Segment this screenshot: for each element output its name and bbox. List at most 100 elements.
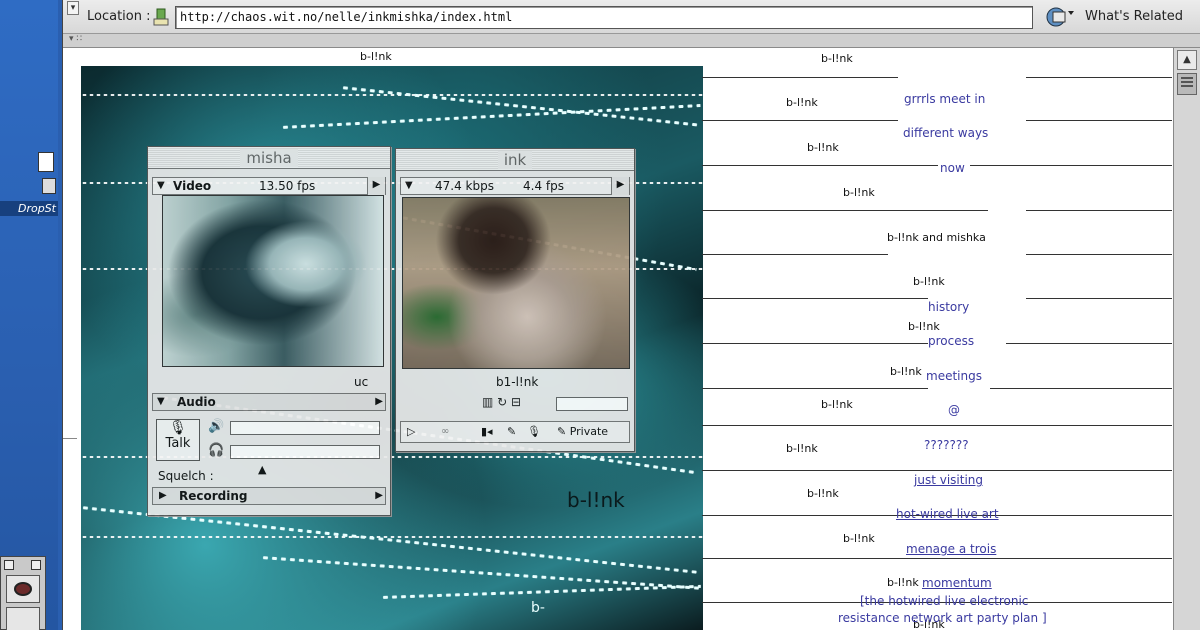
play-arrow-icon[interactable]: ▶ [375, 394, 383, 410]
nav-link-history[interactable]: history [928, 300, 969, 314]
vertical-scrollbar[interactable]: ▲ [1173, 48, 1200, 630]
page-content: b-l!nk b-l!nk b- misha ▼ Video 13.50 fps [63, 48, 1173, 630]
blink-label[interactable]: b-l!nk [786, 96, 818, 109]
misha-audio-label: Audio [177, 395, 216, 409]
blink-label[interactable]: b-l!nk [908, 320, 940, 333]
ink-video-stats: ▼ 47.4 kbps 4.4 fps ▶ [400, 177, 630, 195]
blink-label[interactable]: b-l!nk [821, 398, 853, 411]
blink-label[interactable]: b-l!nk [786, 442, 818, 455]
misha-window: misha ▼ Video 13.50 fps ▶ uc ▼ Audio ▶ 🎙… [147, 146, 391, 516]
collage-bottom-text: b- [531, 600, 545, 616]
top-blink-label[interactable]: b-l!nk [360, 50, 392, 63]
location-toolbar: ▾ Location : http://chaos.wit.no/nelle/i… [63, 0, 1200, 34]
disclosure-icon[interactable]: ▼ [157, 178, 165, 194]
misha-audio-bar: ▼ Audio ▶ [152, 393, 386, 411]
nav-link-process[interactable]: process [928, 334, 974, 348]
pencil-icon[interactable] [6, 607, 40, 630]
nav-link-now[interactable]: now [940, 161, 965, 175]
nav-link-question[interactable]: ??????? [924, 438, 969, 452]
footer-line-1[interactable]: [the hotwired live electronic [860, 594, 1028, 608]
headphone-icon: 🎧 [208, 443, 225, 458]
toolbar-tab[interactable]: ▾ ∷ [63, 34, 1200, 48]
ink-fps: 4.4 fps [523, 179, 564, 193]
blink-label[interactable]: b-l!nk [807, 141, 839, 154]
mic-volume-slider[interactable] [230, 445, 380, 459]
page-proxy-icon[interactable] [151, 7, 171, 27]
tool-palette [0, 556, 46, 630]
recording-bar[interactable]: ▶ Recording ▶ [152, 487, 386, 505]
play-arrow-icon: ▶ [159, 490, 167, 501]
disclosure-icon[interactable]: ▼ [405, 178, 413, 194]
nav-link-meetings[interactable]: meetings [926, 369, 982, 383]
ink-title-bar[interactable]: ink [396, 149, 634, 171]
location-label: Location : [87, 9, 151, 24]
play-icon[interactable]: ▷ [407, 424, 415, 440]
ink-title: ink [497, 151, 533, 169]
nav-link-momentum[interactable]: momentum [922, 576, 992, 590]
microphone-icon: 🎙 [169, 420, 187, 436]
play-arrow-icon: ▶ [375, 490, 383, 501]
nav-link-grrrls[interactable]: grrrls meet in [904, 92, 985, 106]
blink-label[interactable]: b-l!nk [890, 365, 922, 378]
play-arrow-icon[interactable]: ▶ [367, 177, 385, 195]
video-camera-icon[interactable]: ▮◂ [481, 424, 493, 440]
private-button[interactable]: ✎ Private [557, 424, 608, 440]
desktop-icon-label[interactable]: DropSt [0, 201, 58, 216]
browser-window: ▾ Location : http://chaos.wit.no/nelle/i… [62, 0, 1200, 630]
scroll-thumb[interactable] [1177, 73, 1197, 95]
speaker-volume-slider[interactable] [230, 421, 380, 435]
talk-button[interactable]: 🎙 Talk [156, 419, 200, 461]
misha-uc-label: uc [354, 375, 369, 389]
blink-label[interactable]: b-l!nk [821, 52, 853, 65]
private-label: Private [569, 425, 609, 438]
misha-title-bar[interactable]: misha [148, 147, 390, 169]
whats-related-icon[interactable] [1045, 6, 1075, 28]
misha-video-stats: ▼ Video 13.50 fps ▶ [152, 177, 386, 195]
recording-label: Recording [179, 489, 248, 503]
blink-label[interactable]: b-l!nk [887, 576, 919, 589]
squelch-label: Squelch : [158, 469, 214, 483]
link-icon[interactable]: ∞ [441, 424, 449, 440]
zoom-box-icon[interactable] [31, 560, 41, 570]
ink-window: ink ▼ 47.4 kbps 4.4 fps ▶ b1-l!nk ▥ ↻ ⊟ … [395, 148, 635, 452]
nav-link-at[interactable]: @ [948, 403, 960, 417]
scroll-up-icon[interactable]: ▲ [1177, 50, 1197, 70]
speaker-icon: 🔊 [208, 419, 225, 434]
ink-toolbar: ▷ ∞ ▮◂ ✎ 🎙 ✎ Private [400, 421, 630, 443]
nav-link-different-ways[interactable]: different ways [903, 126, 988, 140]
blink-label[interactable]: b-l!nk and mishka [887, 231, 986, 244]
ink-caption: b1-l!nk [496, 375, 539, 389]
collapse-toolbar-icon[interactable]: ▾ [67, 1, 79, 15]
talk-label: Talk [165, 436, 191, 451]
nav-link-hot-wired[interactable]: hot-wired live art [896, 507, 999, 521]
whats-related-button[interactable]: What's Related [1085, 9, 1183, 24]
dropstuff-icon[interactable] [42, 178, 56, 194]
document-icon[interactable] [38, 152, 54, 172]
frame-divider [63, 438, 77, 439]
ink-video-feed [402, 197, 630, 369]
blink-label[interactable]: b-l!nk [843, 186, 875, 199]
blink-label[interactable]: b-l!nk [807, 487, 839, 500]
misha-video-feed [162, 195, 384, 367]
squelch-slider-thumb[interactable]: ▲ [258, 463, 266, 476]
misha-title: misha [240, 149, 298, 167]
play-arrow-icon[interactable]: ▶ [611, 177, 629, 195]
ink-kbps: 47.4 kbps [435, 179, 494, 193]
ink-volume-slider[interactable] [556, 397, 628, 411]
misha-video-label: Video [173, 179, 212, 193]
close-box-icon[interactable] [4, 560, 14, 570]
blink-label[interactable]: b-l!nk [913, 275, 945, 288]
url-field[interactable]: http://chaos.wit.no/nelle/inkmishka/inde… [175, 6, 1033, 29]
ink-control-icons[interactable]: ▥ ↻ ⊟ [482, 395, 521, 409]
disclosure-icon[interactable]: ▼ [157, 394, 165, 410]
misha-fps: 13.50 fps [259, 179, 316, 193]
camera-icon[interactable] [6, 575, 40, 603]
collage-overlay-text: b-l!nk [567, 488, 625, 512]
pencil-icon[interactable]: ✎ [507, 424, 516, 440]
desktop: DropSt [0, 0, 58, 630]
nav-link-just-visiting[interactable]: just visiting [914, 473, 983, 487]
nav-link-menage[interactable]: menage a trois [906, 542, 996, 556]
microphone-icon[interactable]: 🎙 [527, 424, 541, 440]
blink-label[interactable]: b-l!nk [843, 532, 875, 545]
footer-line-2[interactable]: resistance network art party plan ] [838, 611, 1047, 625]
